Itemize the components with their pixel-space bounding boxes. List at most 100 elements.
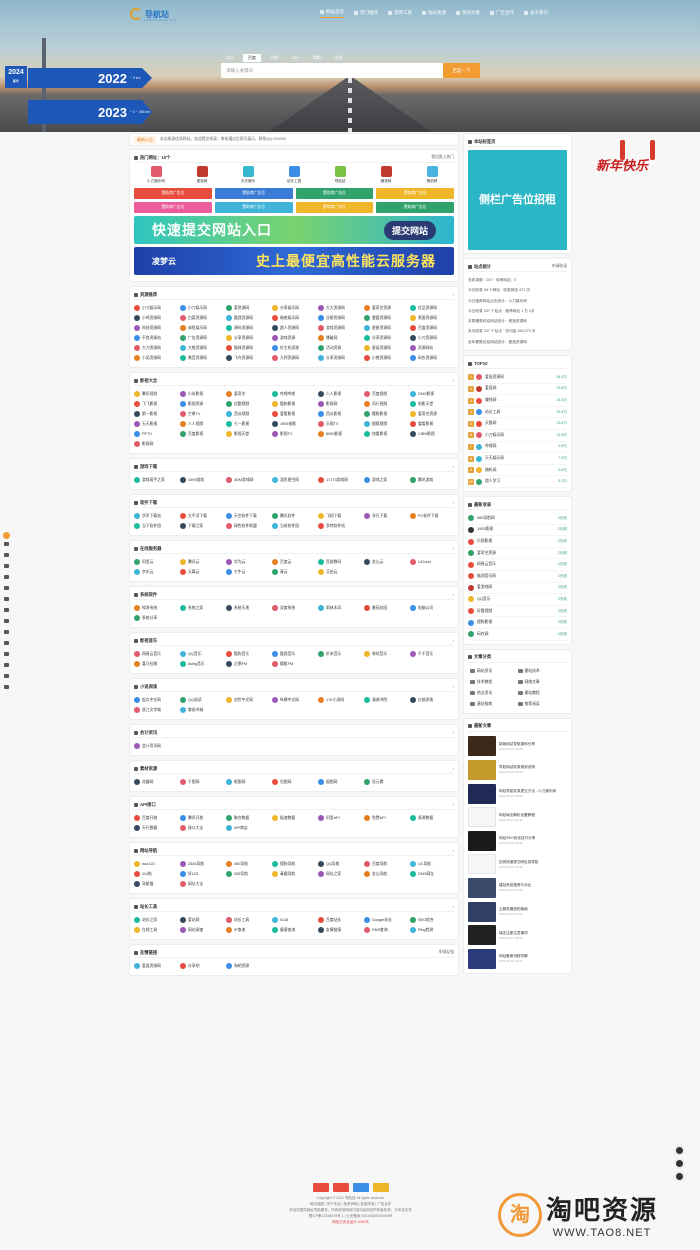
- site-link[interactable]: 影视TV: [272, 431, 316, 437]
- site-link[interactable]: 看看影视: [410, 421, 454, 427]
- latest-item[interactable]: 脑洞音乐网 2天前: [468, 571, 567, 583]
- site-link[interactable]: 影视天堂: [226, 431, 270, 437]
- site-link[interactable]: 腾讯视频: [134, 391, 178, 397]
- article-item[interactable]: 网站域名解析设置教程 2021-05-14 12:11: [468, 805, 567, 829]
- site-link[interactable]: 影视网: [134, 441, 178, 447]
- site-link[interactable]: 虾米音乐: [318, 651, 362, 657]
- top-item[interactable]: 6 小刀娱乐网 11.8万: [468, 430, 567, 442]
- search-tab-0[interactable]: 站内: [221, 54, 239, 62]
- top-item[interactable]: 1 爱逛资源网 54.8万: [468, 372, 567, 384]
- site-link[interactable]: 爱逛资源网: [134, 963, 178, 969]
- site-link[interactable]: 小鸡资源网: [134, 315, 178, 321]
- site-link[interactable]: 风行视频: [364, 401, 408, 407]
- site-link[interactable]: 3DM游戏网: [226, 477, 270, 483]
- site-link[interactable]: 2345导航: [180, 861, 224, 867]
- article-item[interactable]: 网站SEO优化技巧分享 2021-05-13 09:45: [468, 829, 567, 853]
- float-menu-icon[interactable]: [4, 663, 9, 667]
- site-link[interactable]: 西瓜影视: [318, 411, 362, 417]
- site-link[interactable]: 酷我资源网: [226, 315, 270, 321]
- site-link[interactable]: PPTV: [134, 431, 178, 437]
- latest-item[interactable]: 网易云音乐 2天前: [468, 559, 567, 571]
- chevron-right-icon[interactable]: ›: [453, 731, 454, 735]
- site-link[interactable]: 8090影视: [318, 431, 362, 437]
- float-menu-icon[interactable]: [4, 685, 9, 689]
- site-link[interactable]: 影视网: [318, 401, 362, 407]
- chevron-right-icon[interactable]: ›: [453, 547, 454, 551]
- search-tab-4[interactable]: 搜狗: [308, 54, 326, 62]
- site-link[interactable]: 大橙资源网: [180, 345, 224, 351]
- float-menu-icon[interactable]: [4, 674, 9, 678]
- nav-item-5[interactable]: 广告合作: [490, 9, 514, 18]
- latest-item[interactable]: 爱奇艺资源 2天前: [468, 548, 567, 560]
- site-link[interactable]: 360导航: [226, 861, 270, 867]
- site-link[interactable]: 分享资源网: [318, 355, 362, 361]
- site-link[interactable]: 5sing音乐: [180, 661, 224, 667]
- site-link[interactable]: 2345影视: [410, 391, 454, 397]
- hot-site-1[interactable]: 爱逛网: [180, 166, 224, 184]
- site-link[interactable]: 爱奇艺: [226, 391, 270, 397]
- site-link[interactable]: 华为云: [226, 559, 270, 565]
- site-link[interactable]: 白菜资源网: [180, 315, 224, 321]
- site-link[interactable]: 在线工具: [134, 927, 178, 933]
- site-link[interactable]: UC导航: [410, 861, 454, 867]
- section-more-link[interactable]: 申请友链: [439, 950, 454, 955]
- article-item[interactable]: 云服务器选购指南 2021-05-11 19:22: [468, 900, 567, 924]
- site-link[interactable]: 人人视频: [180, 421, 224, 427]
- site-link[interactable]: Ping检测: [410, 927, 454, 933]
- hot-site-4[interactable]: 导航站: [318, 166, 362, 184]
- article-item[interactable]: 新版网站导航源码分享 2021-05-15 10:25: [468, 735, 567, 759]
- site-link[interactable]: API商店: [226, 825, 270, 831]
- site-link[interactable]: 资源网站: [410, 345, 454, 351]
- site-link[interactable]: 酷狗影视: [272, 401, 316, 407]
- site-link[interactable]: 晋江文学城: [134, 707, 178, 713]
- site-link[interactable]: 腾讯云: [180, 559, 224, 565]
- site-link[interactable]: 搜狗导航: [272, 861, 316, 867]
- site-link[interactable]: 优酷视频: [226, 401, 270, 407]
- site-link[interactable]: 极速数据: [272, 815, 316, 821]
- chevron-right-icon[interactable]: ›: [453, 465, 454, 469]
- sponsor-ad-0[interactable]: 赞助商广告位: [134, 188, 212, 199]
- site-link[interactable]: 分享资源网: [226, 335, 270, 341]
- site-link[interactable]: 百度开放: [134, 815, 178, 821]
- site-link[interactable]: 百度影视: [180, 431, 224, 437]
- site-link[interactable]: 雷霆资源网: [364, 315, 408, 321]
- top-item[interactable]: 2 爱逛网 23.8万: [468, 384, 567, 396]
- site-link[interactable]: 聚合数据: [226, 815, 270, 821]
- site-link[interactable]: 淘吧资源: [226, 963, 270, 969]
- site-link[interactable]: 下载之家: [180, 523, 224, 529]
- sponsor-ad-1[interactable]: 赞助商广告位: [214, 188, 293, 199]
- site-link[interactable]: QQ阅读: [180, 697, 224, 703]
- site-link[interactable]: 大师资源网: [272, 355, 316, 361]
- site-link[interactable]: 百度云: [272, 559, 316, 565]
- site-link[interactable]: 花瓣网: [134, 779, 178, 785]
- site-link[interactable]: 爱资源网: [226, 305, 270, 311]
- site-link[interactable]: 毒霸导航: [272, 871, 316, 877]
- search-input[interactable]: 请输入关键词: [221, 63, 443, 78]
- top-item[interactable]: 10 超人学习 5.3万: [468, 476, 567, 489]
- site-link[interactable]: 当易软件园: [272, 523, 316, 529]
- category-link[interactable]: 建站教程: [517, 691, 566, 696]
- latest-item[interactable]: 好看视频 2天前: [468, 606, 567, 618]
- site-link[interactable]: 265导航: [226, 871, 270, 877]
- site-link[interactable]: 天翼云: [180, 569, 224, 575]
- site-link[interactable]: 腾讯开放: [180, 815, 224, 821]
- site-link[interactable]: DNS查询: [364, 927, 408, 933]
- site-link[interactable]: 网易云音乐: [134, 651, 178, 657]
- sponsor-ad-7[interactable]: 赞助商广告位: [376, 202, 454, 213]
- site-link[interactable]: 金山云: [364, 559, 408, 565]
- site-link[interactable]: 友情链接: [318, 927, 362, 933]
- site-link[interactable]: 小米影视: [180, 391, 224, 397]
- search-tab-1[interactable]: 百度: [243, 54, 261, 62]
- site-link[interactable]: 分享娱乐网: [272, 305, 316, 311]
- site-link[interactable]: 酷狗音乐: [226, 651, 270, 657]
- site-link[interactable]: 京东云: [134, 569, 178, 575]
- site-link[interactable]: 百度站长: [318, 917, 362, 923]
- site-link[interactable]: 西部数码: [318, 559, 362, 565]
- site-link[interactable]: 纵横中文网: [272, 697, 316, 703]
- site-link[interactable]: 飞翔下载: [318, 513, 362, 519]
- category-link[interactable]: 网站资讯: [470, 669, 518, 674]
- site-link[interactable]: 活动资源: [318, 345, 362, 351]
- nav-item-1[interactable]: 热门推荐: [354, 9, 378, 18]
- site-link[interactable]: 17173游戏网: [318, 477, 362, 483]
- site-link[interactable]: 青云: [272, 569, 316, 575]
